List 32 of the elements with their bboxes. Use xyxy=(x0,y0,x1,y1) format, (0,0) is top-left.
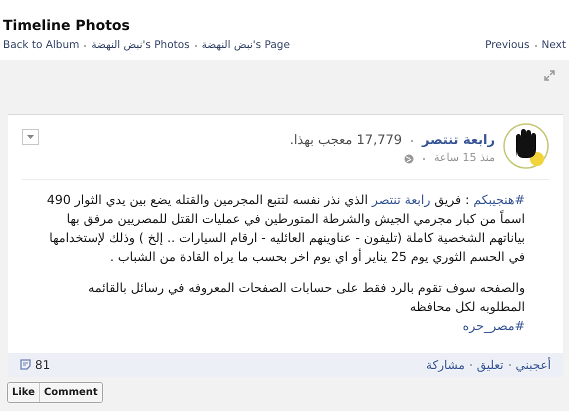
page-title: Timeline Photos xyxy=(2,17,131,35)
action-button[interactable]: Comment xyxy=(38,382,102,402)
like-count: 17,779 معجب بهذا. xyxy=(290,132,402,150)
dropdown-button[interactable] xyxy=(22,128,39,145)
hashtag-link[interactable]: رابعة تنتصر xyxy=(372,192,430,207)
separator-dot xyxy=(84,44,86,47)
separator-dot xyxy=(411,140,414,142)
separator-dot xyxy=(194,44,197,47)
hashtag-link[interactable]: #مصر_حره xyxy=(462,318,525,333)
post-time: منذ 15 ساعة xyxy=(434,150,495,166)
pager-link[interactable]: Next xyxy=(542,38,566,54)
caret-icon xyxy=(27,134,34,139)
separator-dot xyxy=(422,158,425,160)
page-name-link[interactable]: رابعة تنتصر xyxy=(422,130,495,150)
breadcrumb-link[interactable]: Back to Album xyxy=(3,38,80,54)
breadcrumb-link[interactable]: نبض النهضة's Photos xyxy=(91,38,190,54)
comment-count: 81 xyxy=(35,356,50,374)
expand-icon[interactable] xyxy=(544,70,555,81)
separator-dot xyxy=(534,44,537,47)
hand-logo-icon xyxy=(503,122,549,169)
separator-dot xyxy=(508,364,511,366)
pager-link[interactable]: Previous xyxy=(485,38,530,54)
breadcrumb-link[interactable]: نبض النهضة's Page xyxy=(202,38,290,54)
action-link[interactable]: تعليق xyxy=(476,356,504,374)
post-text: #هنجيبكم : فريق رابعة تنتصر الذي نذر نفسه لتتبع المجرمين والقتله يضع بين يدي الثوار 490 اسماً من كبار مجرمي الجيش والشرطة المتورطين في عمليات القتل للمصريين مرفق بها بياناتهم الشخصية كاملة (تليفون - عناوينهم العائليه - ارقام السيارات .. إلخ ) وذلك لإستخدامها في الحسم الثوري يوم 25 يناير أو اي يوم اخر بحسب ما يراه القادة من الشباب . xyxy=(46,190,525,266)
globe-icon xyxy=(404,154,414,164)
comment-icon xyxy=(20,359,31,370)
hashtag-link[interactable]: #هنجيبكم xyxy=(473,192,525,207)
post-text: والصفحه سوف تقوم بالرد فقط على حسابات الصفحات المعروفه في رسائل بالقائمه المطلوبه لكل محافظه #مصر_حره xyxy=(87,278,525,335)
separator-dot xyxy=(470,364,472,366)
action-link[interactable]: مشاركة xyxy=(426,356,465,374)
action-link[interactable]: أعجبني xyxy=(516,356,551,374)
